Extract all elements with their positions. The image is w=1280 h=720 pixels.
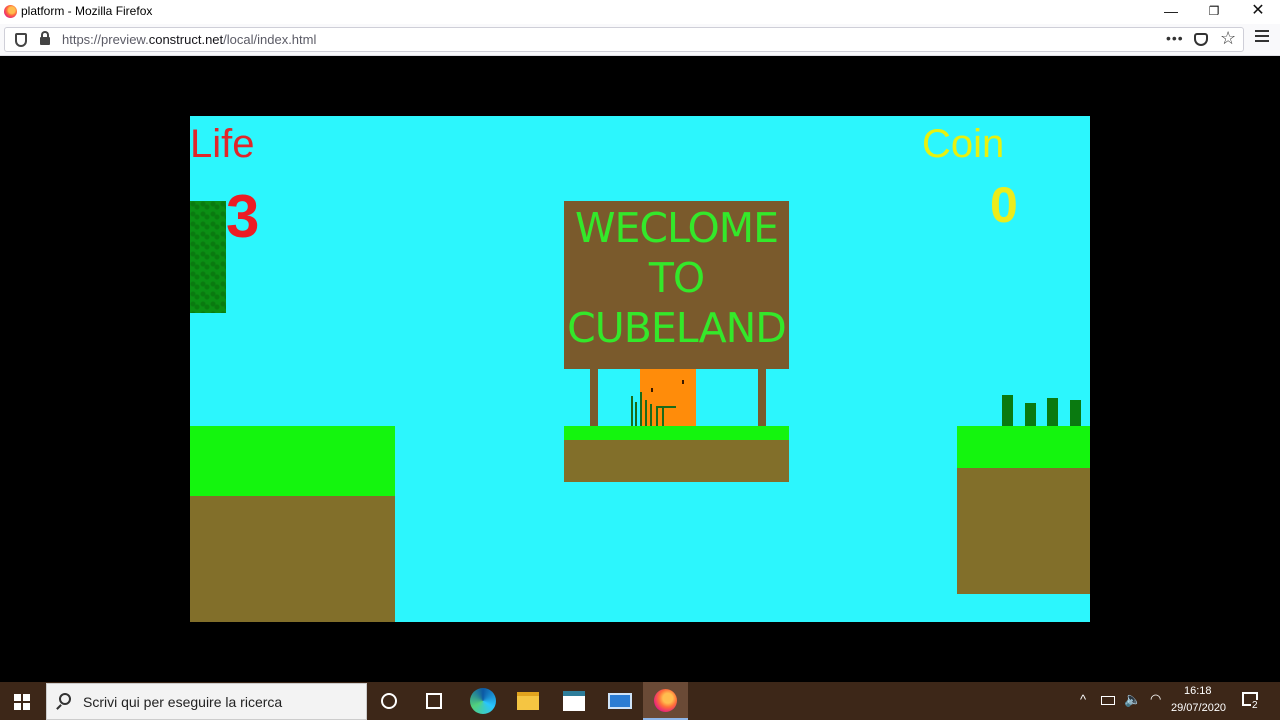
- bush-sprite: [190, 201, 226, 313]
- file-explorer-icon[interactable]: [517, 692, 539, 710]
- player-eye: [651, 388, 653, 392]
- url-domain: construct.net: [148, 32, 224, 47]
- weed: [635, 402, 637, 426]
- grass-tuft: [1025, 403, 1036, 426]
- bookmark-star-icon[interactable]: ☆: [1220, 28, 1236, 49]
- mail-icon[interactable]: [608, 693, 632, 709]
- coin-label: Coin: [922, 122, 1005, 166]
- start-icon-pane: [14, 703, 21, 710]
- url-path: /local/index.html: [223, 32, 317, 47]
- taskbar-search-box[interactable]: Scrivi qui per eseguire la ricerca: [46, 683, 367, 720]
- welcome-sign: WECLOME TO CUBELAND: [564, 201, 789, 369]
- start-icon-pane: [23, 703, 30, 710]
- clock-date[interactable]: 29/07/2020: [1171, 702, 1226, 714]
- life-value: 3: [226, 183, 260, 250]
- lock-icon[interactable]: [40, 31, 50, 45]
- coin-value: 0: [990, 177, 1018, 233]
- sign-line: TO: [648, 254, 705, 302]
- notification-count: 2: [1251, 700, 1259, 711]
- restore-button[interactable]: ❐: [1192, 0, 1236, 24]
- show-hidden-icons-chevron-icon[interactable]: ^: [1080, 692, 1086, 707]
- sign-post-right: [758, 369, 766, 426]
- player-cube: [640, 369, 696, 426]
- game-canvas[interactable]: Life 3 Coin 0 WECLOME TO CUBELAND: [190, 116, 1090, 622]
- microsoft-store-icon[interactable]: [563, 691, 585, 711]
- grass-tuft: [1002, 395, 1013, 426]
- sign-line: WECLOME: [574, 204, 779, 252]
- page-actions-menu-icon[interactable]: •••: [1166, 30, 1184, 46]
- windows-start-icon[interactable]: [14, 694, 30, 710]
- weed: [656, 408, 658, 426]
- grass-tuft: [1070, 400, 1081, 426]
- url-text[interactable]: https://preview.construct.net/local/inde…: [62, 32, 316, 47]
- weed: [631, 396, 633, 426]
- center-platform-dirt: [564, 440, 789, 482]
- right-platform-dirt: [957, 468, 1090, 594]
- start-icon-pane: [23, 694, 30, 701]
- left-platform-grass: [190, 426, 395, 496]
- search-icon: [59, 693, 71, 705]
- weed: [662, 406, 664, 426]
- weed: [640, 392, 642, 426]
- edge-browser-icon[interactable]: [470, 688, 496, 714]
- weed: [645, 400, 647, 426]
- left-platform-dirt: [190, 496, 395, 622]
- firefox-logo-icon: [4, 5, 17, 18]
- hamburger-menu-icon[interactable]: [1255, 30, 1269, 42]
- volume-icon[interactable]: 🔈: [1124, 691, 1141, 708]
- window-title-bar: platform - Mozilla Firefox — ❐ ✕: [0, 0, 1280, 24]
- start-icon-pane: [14, 694, 21, 701]
- close-button[interactable]: ✕: [1236, 0, 1280, 24]
- firefox-taskbar-button[interactable]: [643, 682, 688, 720]
- url-bar[interactable]: https://preview.construct.net/local/inde…: [4, 27, 1244, 52]
- weed: [656, 406, 676, 408]
- right-platform-grass: [957, 426, 1090, 468]
- window-title: platform - Mozilla Firefox: [21, 4, 153, 18]
- pocket-icon[interactable]: [1194, 33, 1208, 46]
- battery-icon[interactable]: [1101, 696, 1115, 705]
- navigation-toolbar: https://preview.construct.net/local/inde…: [0, 24, 1280, 56]
- firefox-icon: [654, 689, 677, 712]
- grass-tuft: [1047, 398, 1058, 426]
- player-eye: [682, 380, 684, 384]
- windows-taskbar: Scrivi qui per eseguire la ricerca ^ 🔈 ◠…: [0, 682, 1280, 720]
- cortana-icon[interactable]: [381, 693, 397, 709]
- wifi-icon[interactable]: ◠: [1150, 691, 1161, 707]
- center-platform-grass: [564, 426, 789, 440]
- task-view-icon[interactable]: [426, 693, 442, 709]
- life-label: Life: [190, 122, 255, 166]
- search-placeholder: Scrivi qui per eseguire la ricerca: [83, 694, 283, 710]
- url-prefix: https://preview.: [62, 32, 149, 47]
- sign-post-left: [590, 369, 598, 426]
- sign-line: CUBELAND: [567, 304, 787, 352]
- tracking-protection-shield-icon[interactable]: [15, 33, 27, 47]
- minimize-button[interactable]: —: [1149, 0, 1193, 24]
- clock-time[interactable]: 16:18: [1184, 685, 1212, 697]
- weed: [650, 404, 652, 426]
